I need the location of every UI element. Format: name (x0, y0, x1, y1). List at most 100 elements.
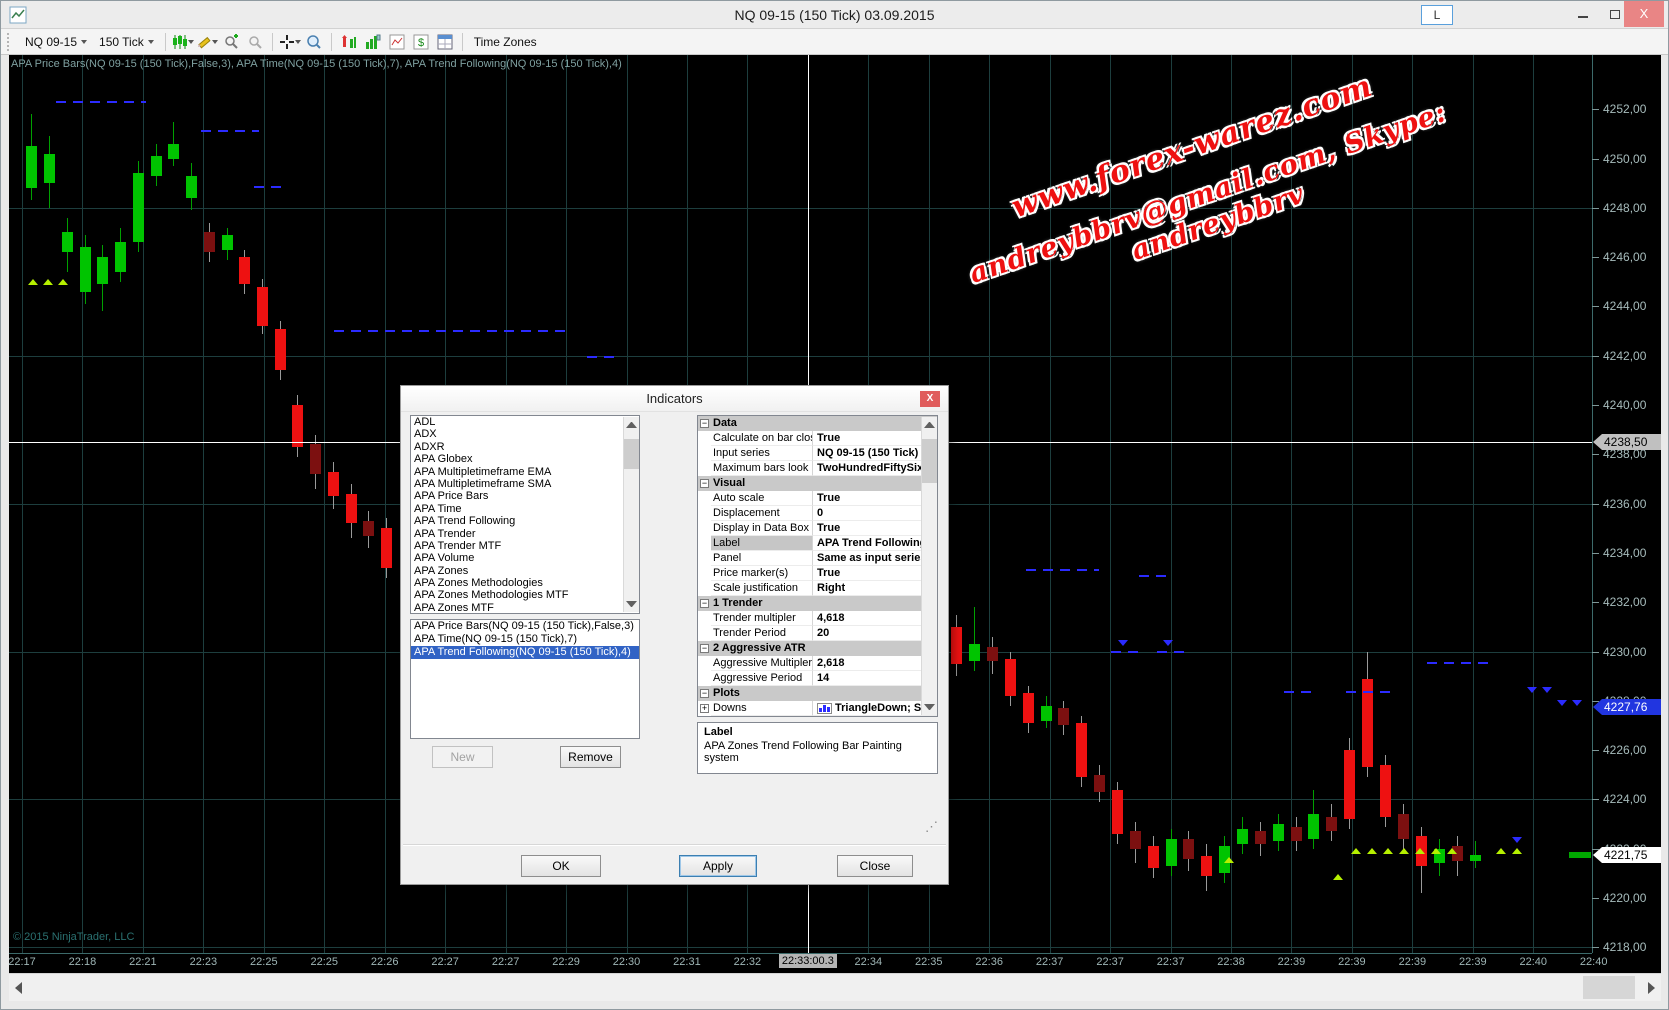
scroll-up-icon[interactable] (626, 422, 637, 428)
drawing-tools-button[interactable] (196, 32, 218, 52)
indicator-list-item[interactable]: ADX (411, 428, 639, 440)
crosshair-button[interactable] (279, 32, 301, 52)
property-name[interactable]: Aggressive Multipler (711, 656, 813, 671)
indicator-list-item[interactable]: APA Globex (411, 453, 639, 465)
list-scrollbar[interactable] (623, 417, 639, 612)
property-name[interactable]: Downs (711, 701, 813, 716)
scroll-left-icon[interactable] (15, 982, 22, 994)
property-category-row[interactable]: −2 Aggressive ATR (698, 641, 937, 656)
indicator-list-item[interactable]: APA Volume (411, 552, 639, 564)
property-name[interactable]: Trender multipler (711, 611, 813, 626)
property-row[interactable]: Scale justificationRight (698, 581, 937, 596)
property-value[interactable]: True (813, 566, 937, 581)
indicator-list-item[interactable]: APA Time (411, 503, 639, 515)
dialog-close-button[interactable]: X (920, 391, 940, 407)
title-bar[interactable]: NQ 09-15 (150 Tick) 03.09.2015 L X (1, 1, 1668, 29)
property-name[interactable]: Display in Data Box (711, 521, 813, 536)
property-value[interactable]: 0 (813, 506, 937, 521)
property-row[interactable]: Aggressive Multipler2,618 (698, 656, 937, 671)
remove-button[interactable]: Remove (560, 746, 621, 768)
horizontal-scrollbar[interactable] (9, 973, 1661, 1001)
property-row[interactable]: Aggressive Period14 (698, 671, 937, 686)
scrollbar-thumb[interactable] (922, 439, 937, 483)
property-row[interactable]: Input seriesNQ 09-15 (150 Tick) (698, 446, 937, 461)
property-row[interactable]: +DownsTriangleDown; S (698, 701, 937, 716)
indicator-list-item[interactable]: APA Zones Methodologies MTF (411, 589, 639, 601)
order-entry-button[interactable] (338, 32, 360, 52)
property-name[interactable]: Auto scale (711, 491, 813, 506)
scrollbar-thumb[interactable] (1583, 976, 1635, 999)
property-name[interactable]: 1 Trender (711, 596, 926, 611)
indicator-list-item[interactable]: APA Trender MTF (411, 540, 639, 552)
period-dropdown[interactable]: 150 Tick (93, 33, 160, 51)
zoom-in-button[interactable] (220, 32, 242, 52)
scroll-up-icon[interactable] (924, 422, 935, 428)
collapse-minus-icon[interactable]: − (700, 479, 709, 488)
property-value[interactable]: TwoHundredFiftySix (813, 461, 937, 476)
property-value[interactable]: APA Trend Following (813, 536, 937, 551)
property-name[interactable]: Input series (711, 446, 813, 461)
property-value[interactable]: NQ 09-15 (150 Tick) (813, 446, 937, 461)
property-category-row[interactable]: −Visual (698, 476, 937, 491)
time-zones-button[interactable]: Time Zones (468, 35, 543, 49)
apply-button[interactable]: Apply (679, 855, 757, 877)
collapse-minus-icon[interactable]: − (700, 419, 709, 428)
indicator-list-item[interactable]: APA Trend Following (411, 515, 639, 527)
volume-button[interactable] (362, 32, 384, 52)
expand-plus-icon[interactable]: + (700, 704, 709, 713)
close-window-button[interactable]: X (1624, 1, 1664, 27)
dialog-close-action-button[interactable]: Close (837, 855, 913, 877)
zoom-out-button[interactable] (244, 32, 266, 52)
property-name[interactable]: 2 Aggressive ATR (711, 641, 926, 656)
minimize-button[interactable] (1568, 5, 1598, 25)
property-row[interactable]: Display in Data BoxTrue (698, 521, 937, 536)
instrument-dropdown[interactable]: NQ 09-15 (19, 33, 93, 51)
scroll-right-icon[interactable] (1648, 982, 1655, 994)
ok-button[interactable]: OK (521, 855, 601, 877)
available-indicators-list[interactable]: ADLADXADXRAPA GlobexAPA Multipletimefram… (410, 415, 640, 614)
property-value[interactable]: 2,618 (813, 656, 937, 671)
configured-indicator-item[interactable]: APA Time(NQ 09-15 (150 Tick),7) (411, 633, 639, 646)
property-category-row[interactable]: −1 Trender (698, 596, 937, 611)
scrollbar-thumb[interactable] (624, 439, 639, 469)
toolbar-grip[interactable] (7, 33, 14, 51)
property-name[interactable]: Visual (711, 476, 926, 491)
collapse-minus-icon[interactable]: − (700, 644, 709, 653)
property-row[interactable]: Trender multipler4,618 (698, 611, 937, 626)
dialog-title-bar[interactable]: Indicators (401, 386, 948, 412)
link-button[interactable]: L (1421, 5, 1453, 25)
property-row[interactable]: Displacement0 (698, 506, 937, 521)
indicator-list-item[interactable]: APA Multipletimeframe EMA (411, 466, 639, 478)
collapse-minus-icon[interactable]: − (700, 689, 709, 698)
configured-indicators-list[interactable]: APA Price Bars(NQ 09-15 (150 Tick),False… (410, 619, 640, 739)
property-row[interactable]: PanelSame as input series (698, 551, 937, 566)
property-value[interactable]: 4,618 (813, 611, 937, 626)
property-row[interactable]: Maximum bars look lTwoHundredFiftySix (698, 461, 937, 476)
grid-scrollbar[interactable] (921, 417, 937, 715)
property-name[interactable]: Price marker(s) (711, 566, 813, 581)
property-name[interactable]: Aggressive Period (711, 671, 813, 686)
property-row[interactable]: Calculate on bar closTrue (698, 431, 937, 446)
property-value[interactable]: Same as input series (813, 551, 937, 566)
indicator-list-item[interactable]: APA Price Bars (411, 490, 639, 502)
configured-indicator-item[interactable]: APA Price Bars(NQ 09-15 (150 Tick),False… (411, 620, 639, 633)
property-name[interactable]: Maximum bars look l (711, 461, 813, 476)
property-name[interactable]: Panel (711, 551, 813, 566)
collapse-minus-icon[interactable]: − (700, 599, 709, 608)
indicator-list-item[interactable]: ADXR (411, 441, 639, 453)
property-name[interactable]: Plots (711, 686, 926, 701)
resize-grip-icon[interactable]: ⋰ (925, 820, 941, 836)
property-value[interactable]: True (813, 521, 937, 536)
property-category-row[interactable]: −Plots (698, 686, 937, 701)
property-row[interactable]: Auto scaleTrue (698, 491, 937, 506)
property-value[interactable]: 20 (813, 626, 937, 641)
indicator-list-item[interactable]: APA Zones (411, 565, 639, 577)
scroll-down-icon[interactable] (924, 704, 935, 710)
property-name[interactable]: Trender Period (711, 626, 813, 641)
property-value[interactable]: TriangleDown; S (813, 701, 937, 716)
properties-grid[interactable]: −DataCalculate on bar closTrueInput seri… (697, 415, 938, 717)
indicator-list-item[interactable]: APA Trender (411, 528, 639, 540)
chart-style-button[interactable] (172, 32, 194, 52)
property-row[interactable]: Trender Period20 (698, 626, 937, 641)
property-value[interactable]: Right (813, 581, 937, 596)
